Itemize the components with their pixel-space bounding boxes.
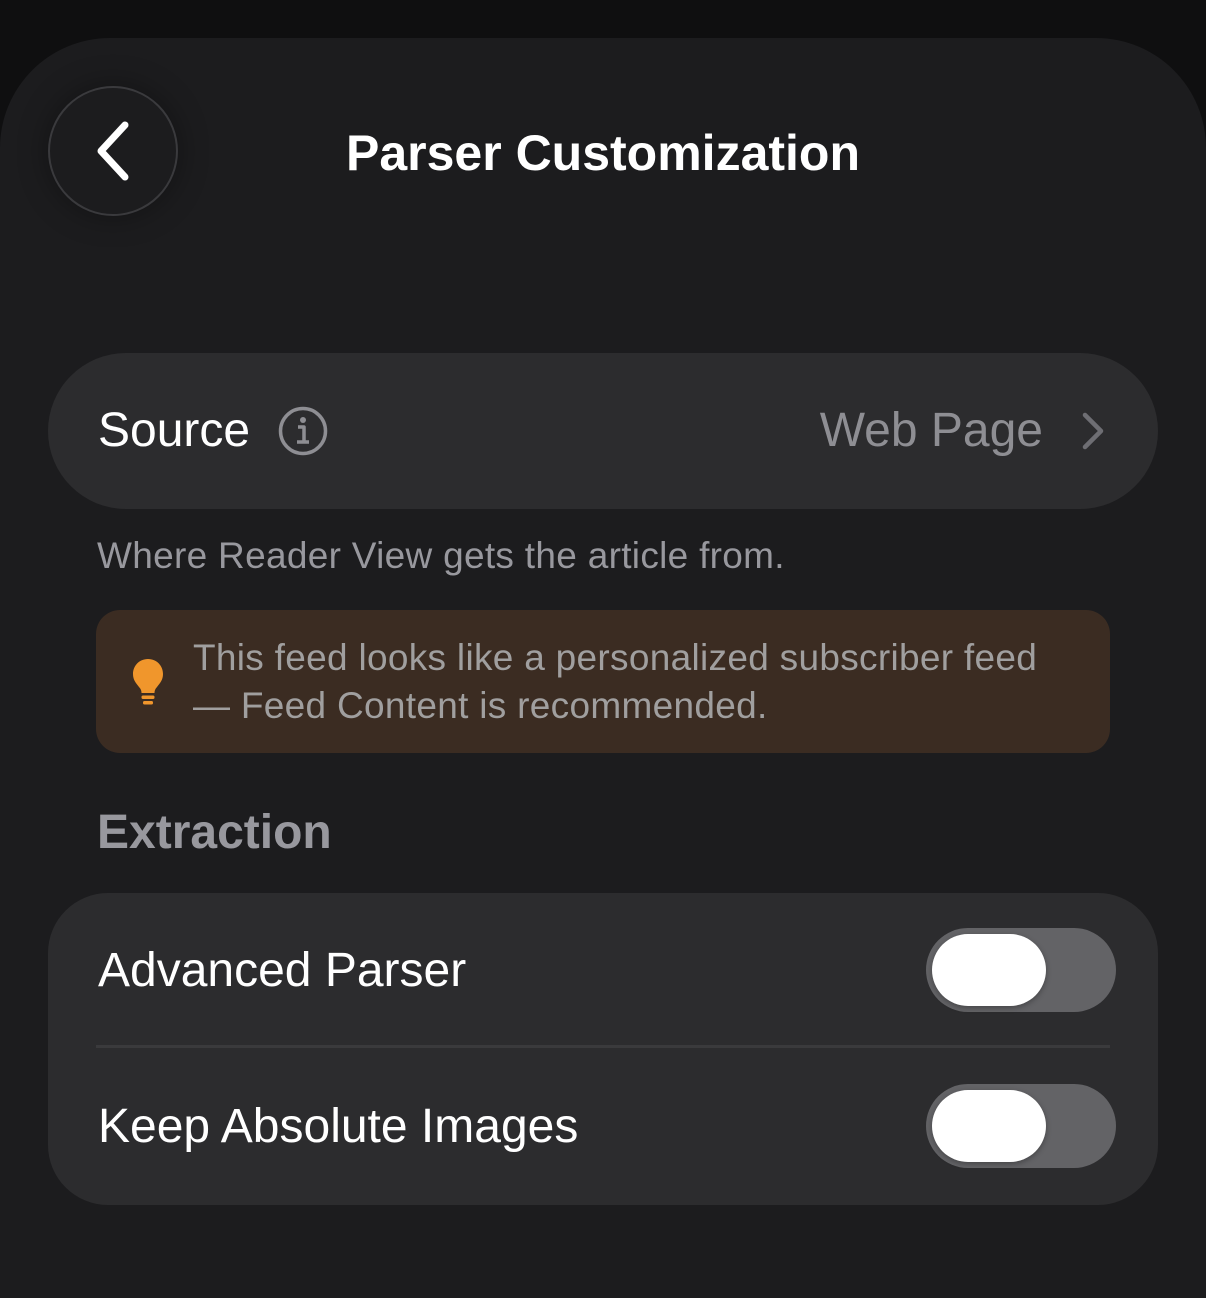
- extraction-group: Advanced Parser Keep Absolute Images: [48, 893, 1158, 1205]
- advanced-parser-label: Advanced Parser: [98, 944, 467, 997]
- lightbulb-icon: [133, 659, 163, 705]
- chevron-right-icon: [1082, 412, 1104, 450]
- keep-absolute-images-toggle[interactable]: [926, 1084, 1116, 1168]
- advanced-parser-toggle[interactable]: [926, 928, 1116, 1012]
- source-label: Source: [98, 404, 251, 457]
- advanced-parser-row: Advanced Parser: [48, 893, 1158, 1049]
- source-row[interactable]: Source Web Page: [48, 353, 1158, 509]
- tip-text: This feed looks like a personalized subs…: [193, 637, 1038, 726]
- toggle-knob: [932, 1090, 1046, 1162]
- row-divider: [96, 1045, 1110, 1048]
- keep-absolute-images-row: Keep Absolute Images: [48, 1049, 1158, 1205]
- source-value: Web Page: [819, 404, 1043, 457]
- info-circle-icon[interactable]: [278, 406, 328, 456]
- page-title: Parser Customization: [345, 125, 860, 181]
- toggle-knob: [932, 934, 1046, 1006]
- recommendation-tip: This feed looks like a personalized subs…: [96, 610, 1110, 753]
- keep-absolute-images-label: Keep Absolute Images: [98, 1100, 579, 1153]
- source-footer-text: Where Reader View gets the article from.: [97, 535, 785, 576]
- extraction-section-header: Extraction: [97, 806, 332, 859]
